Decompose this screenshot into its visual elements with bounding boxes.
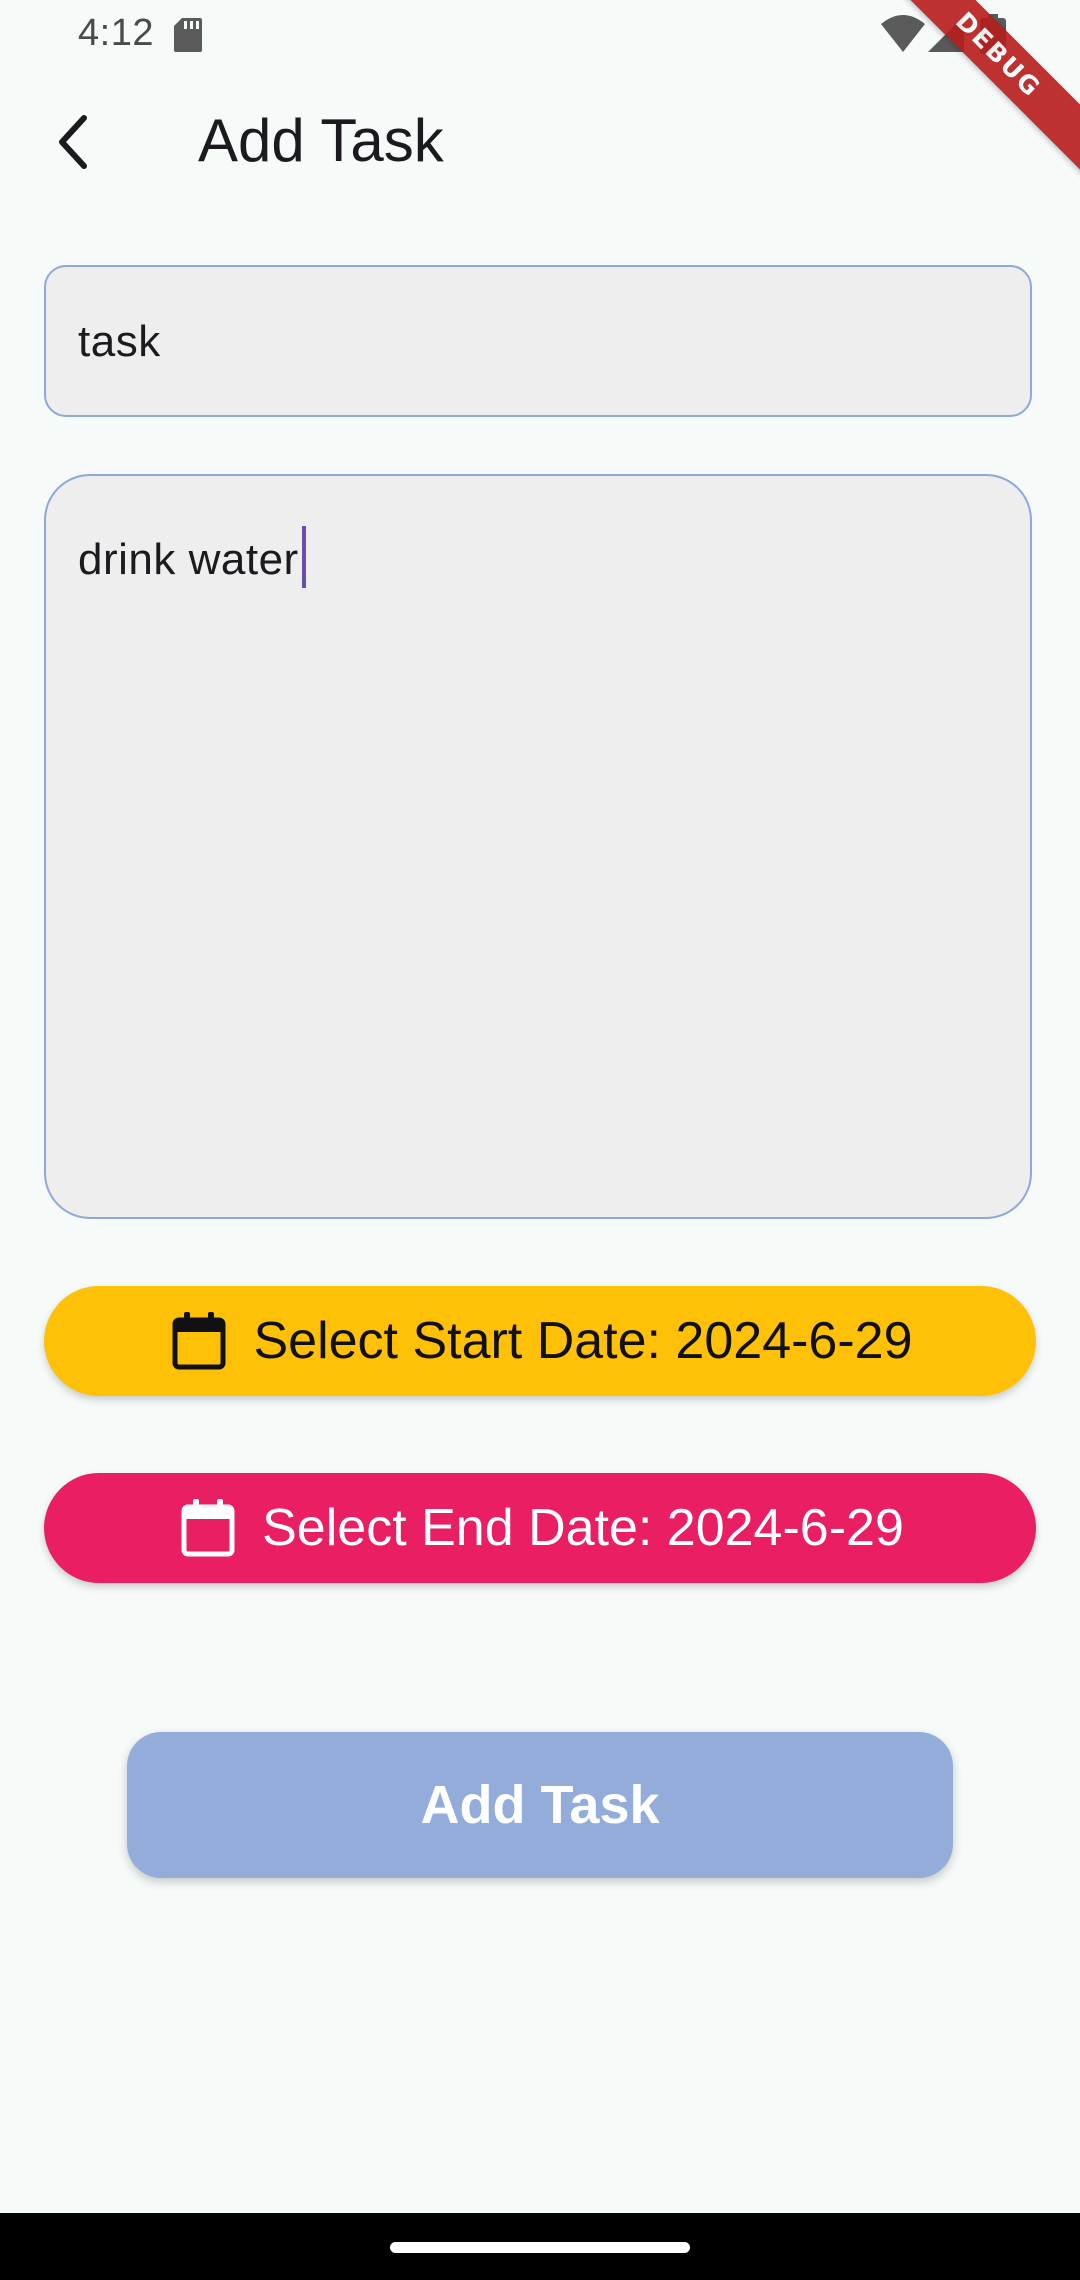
task-title-value: task bbox=[78, 317, 161, 366]
task-title-input[interactable]: task bbox=[44, 265, 1032, 417]
select-end-date-button[interactable]: Select End Date: 2024-6-29 bbox=[44, 1473, 1036, 1583]
status-time: 4:12 bbox=[78, 12, 154, 54]
task-description-value: drink water bbox=[78, 535, 299, 584]
task-description-input[interactable]: drink water bbox=[44, 474, 1032, 1219]
status-bar: 4:12 bbox=[0, 0, 1080, 70]
text-cursor bbox=[301, 526, 306, 588]
add-task-button[interactable]: Add Task bbox=[127, 1732, 953, 1878]
end-date-label: Select End Date: 2024-6-29 bbox=[262, 1499, 904, 1557]
back-button[interactable] bbox=[36, 102, 116, 182]
wifi-icon bbox=[881, 15, 925, 52]
task-description-line: drink water bbox=[78, 526, 306, 588]
start-date-label: Select Start Date: 2024-6-29 bbox=[253, 1312, 913, 1370]
select-start-date-button[interactable]: Select Start Date: 2024-6-29 bbox=[44, 1286, 1036, 1396]
sd-card-icon bbox=[174, 18, 202, 52]
system-navigation-bar bbox=[0, 2213, 1080, 2280]
page-title: Add Task bbox=[198, 107, 444, 174]
calendar-icon bbox=[172, 1312, 226, 1370]
add-task-button-label: Add Task bbox=[420, 1775, 660, 1835]
home-indicator[interactable] bbox=[390, 2242, 690, 2253]
app-bar: Add Task bbox=[0, 70, 1080, 210]
calendar-icon bbox=[181, 1499, 235, 1557]
back-arrow-icon bbox=[59, 115, 87, 169]
